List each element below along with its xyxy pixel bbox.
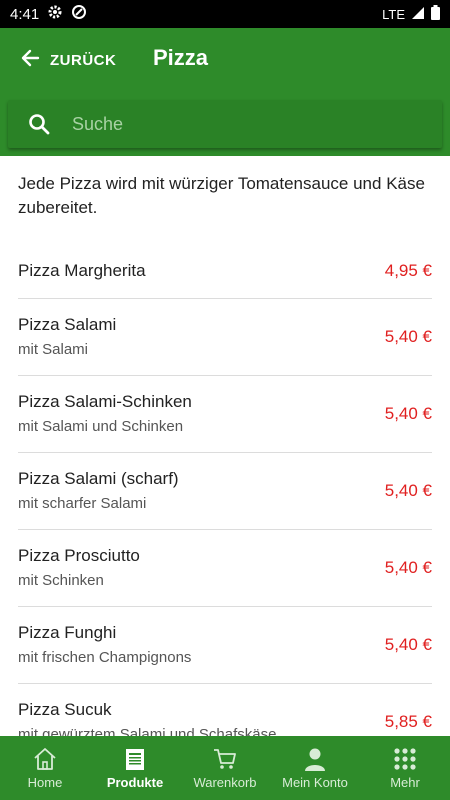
person-icon <box>302 746 328 772</box>
nav-label: Mein Konto <box>282 775 348 790</box>
back-button[interactable]: ZURÜCK <box>20 48 116 72</box>
list-item[interactable]: Pizza Prosciutto mit Schinken 5,40 € <box>18 530 432 607</box>
grid-dots-icon <box>392 746 418 772</box>
signal-icon <box>411 6 425 23</box>
nav-home[interactable]: Home <box>0 736 90 800</box>
item-name: Pizza Salami (scharf) <box>18 469 179 488</box>
nav-warenkorb[interactable]: Warenkorb <box>180 736 270 800</box>
item-name: Pizza Sucuk <box>18 700 112 719</box>
arrow-left-icon <box>20 48 40 73</box>
list-item[interactable]: Pizza Salami-Schinken mit Salami und Sch… <box>18 376 432 453</box>
bottom-navigation: Home Produkte Warenkorb Mein Konto Mehr <box>0 736 450 800</box>
nav-label: Mehr <box>390 775 420 790</box>
item-price: 5,40 € <box>384 635 432 654</box>
nav-produkte[interactable]: Produkte <box>90 736 180 800</box>
item-price: 5,40 € <box>384 327 432 346</box>
item-description: mit Salami und Schinken <box>18 418 184 435</box>
item-description: mit Salami <box>18 341 89 358</box>
item-price: 4,95 € <box>384 261 432 280</box>
item-name: Pizza Salami-Schinken <box>18 392 192 411</box>
search-bar[interactable] <box>8 100 442 148</box>
cart-icon <box>212 746 238 772</box>
page-title: Pizza <box>153 45 209 70</box>
back-label: ZURÜCK <box>50 51 117 69</box>
nav-label: Produkte <box>106 775 164 790</box>
nav-mein-konto[interactable]: Mein Konto <box>270 736 360 800</box>
item-name: Pizza Prosciutto <box>18 546 140 565</box>
item-price: 5,40 € <box>384 404 432 423</box>
list-item[interactable]: Pizza Funghi mit frischen Champignons 5,… <box>18 607 432 684</box>
nav-label: Home <box>27 775 63 790</box>
search-icon <box>28 113 50 135</box>
battery-icon <box>431 5 440 23</box>
item-description: mit scharfer Salami <box>18 495 147 512</box>
home-icon <box>32 746 58 772</box>
item-description: mit frischen Champignons <box>18 649 192 666</box>
list-item[interactable]: Pizza Salami (scharf) mit scharfer Salam… <box>18 453 432 530</box>
item-name: Pizza Salami <box>18 315 117 334</box>
app-bar: ZURÜCK Pizza <box>0 28 450 156</box>
item-price: 5,40 € <box>384 558 432 577</box>
category-description: Jede Pizza wird mit würziger Tomatensauc… <box>18 174 425 217</box>
status-bar: 4:41 LTE <box>0 0 450 28</box>
list-item[interactable]: Pizza Margherita 4,95 € <box>18 245 432 299</box>
menu-card-icon <box>122 746 148 772</box>
network-type: LTE <box>382 6 405 22</box>
list-item[interactable]: Pizza Salami mit Salami 5,40 € <box>18 299 432 376</box>
settings-gear-icon <box>47 4 63 25</box>
item-name: Pizza Funghi <box>18 623 117 642</box>
item-price: 5,85 € <box>384 712 432 731</box>
item-price: 5,40 € <box>384 481 432 500</box>
item-description: mit Schinken <box>18 572 104 589</box>
nav-mehr[interactable]: Mehr <box>360 736 450 800</box>
data-saver-icon <box>71 4 87 25</box>
nav-label: Warenkorb <box>193 775 257 790</box>
status-time: 4:41 <box>10 5 40 23</box>
search-input[interactable] <box>70 112 374 136</box>
product-list: Pizza Margherita 4,95 € Pizza Salami mit… <box>0 245 450 761</box>
item-name: Pizza Margherita <box>18 261 146 280</box>
